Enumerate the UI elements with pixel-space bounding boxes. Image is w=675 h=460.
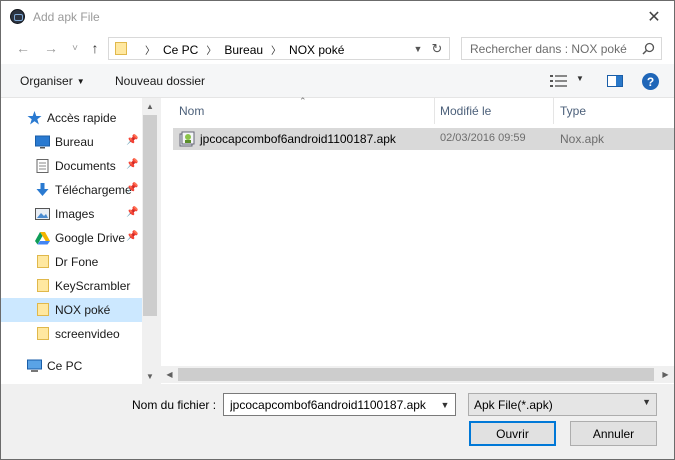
chevron-down-icon: ▼ bbox=[642, 397, 651, 407]
view-details-icon[interactable] bbox=[550, 75, 567, 87]
search-icon[interactable] bbox=[642, 42, 655, 55]
address-bar[interactable]: 〉 Ce PC 〉 Bureau 〉 NOX poké ▼ ↻ bbox=[108, 37, 450, 60]
chevron-down-icon[interactable]: ▼ bbox=[438, 397, 452, 412]
horizontal-scrollbar[interactable]: ◀ ▶ bbox=[161, 366, 674, 383]
pin-icon[interactable]: 📌 bbox=[126, 135, 138, 146]
sidebar-item-nox-poke[interactable]: NOX poké bbox=[1, 298, 142, 322]
file-modified: 02/03/2016 09:59 bbox=[440, 132, 526, 144]
column-divider[interactable] bbox=[434, 98, 435, 124]
sort-ascending-icon: ⌃ bbox=[299, 96, 307, 106]
google-drive-icon bbox=[35, 232, 50, 245]
view-options-dropdown-icon[interactable]: ▼ bbox=[576, 74, 584, 83]
cancel-button[interactable]: Annuler bbox=[570, 421, 657, 446]
scroll-down-icon[interactable]: ▼ bbox=[142, 368, 158, 384]
file-type: Nox.apk bbox=[560, 132, 605, 146]
column-divider[interactable] bbox=[553, 98, 554, 124]
sidebar-item-bureau[interactable]: Bureau 📌 bbox=[1, 130, 142, 154]
chevron-down-icon[interactable]: ▼ bbox=[411, 41, 425, 57]
sidebar-item-telechargements[interactable]: Téléchargeme 📌 bbox=[1, 178, 142, 202]
scrollbar-thumb[interactable] bbox=[143, 115, 157, 316]
table-row[interactable]: jpcocapcombof6android1100187.apk 02/03/2… bbox=[173, 128, 674, 150]
open-button[interactable]: Ouvrir bbox=[469, 421, 556, 446]
column-type[interactable]: Type bbox=[560, 104, 586, 118]
pin-icon[interactable]: 📌 bbox=[126, 183, 138, 194]
sidebar-item-screenvideo[interactable]: screenvideo bbox=[1, 322, 142, 346]
images-icon bbox=[35, 208, 50, 220]
file-dialog: Add apk File ✕ ← → ˅ ↑ 〉 Ce PC 〉 Bureau 〉 NOX… bbox=[0, 0, 675, 460]
new-folder-button[interactable]: Nouveau dossier bbox=[115, 74, 205, 88]
filename-input[interactable] bbox=[228, 396, 428, 413]
folder-icon bbox=[37, 279, 49, 292]
folder-icon bbox=[37, 327, 49, 340]
column-name[interactable]: Nom bbox=[179, 104, 204, 118]
scrollbar-thumb[interactable] bbox=[178, 368, 654, 381]
search-input[interactable] bbox=[468, 40, 633, 57]
caret-down-icon: ▼ bbox=[76, 77, 85, 86]
organize-label: Organiser bbox=[20, 74, 73, 88]
sidebar-item-quick-access[interactable]: Accès rapide bbox=[1, 106, 142, 130]
desktop-icon bbox=[35, 135, 50, 149]
command-bar: Organiser ▼ Nouveau dossier ▼ ? bbox=[1, 64, 674, 98]
chevron-right-icon: 〉 bbox=[206, 46, 217, 57]
scroll-right-icon[interactable]: ▶ bbox=[657, 366, 674, 383]
star-icon bbox=[27, 111, 42, 125]
sidebar-scrollbar[interactable]: ▲ ▼ bbox=[142, 98, 158, 384]
column-modified[interactable]: Modifié le bbox=[440, 104, 491, 118]
folder-icon bbox=[115, 42, 127, 55]
pin-icon[interactable]: 📌 bbox=[126, 231, 138, 242]
sidebar-item-ce-pc[interactable]: Ce PC bbox=[1, 354, 142, 378]
filename-combobox: ▼ bbox=[223, 393, 456, 416]
file-name: jpcocapcombof6android1100187.apk bbox=[200, 132, 396, 146]
title-bar: Add apk File ✕ bbox=[1, 1, 674, 32]
navigation-pane: Accès rapide Bureau 📌 Documents 📌 Téléch… bbox=[1, 98, 158, 384]
scroll-left-icon[interactable]: ◀ bbox=[161, 366, 178, 383]
preview-pane-icon[interactable] bbox=[607, 75, 623, 87]
nox-app-icon bbox=[10, 9, 25, 24]
sidebar-item-keyscrambler[interactable]: KeyScrambler bbox=[1, 274, 142, 298]
breadcrumb-bureau[interactable]: Bureau bbox=[224, 43, 263, 57]
computer-icon bbox=[27, 359, 42, 372]
folder-icon bbox=[37, 303, 49, 316]
file-list: ⌃ Nom Modifié le Type jpcocapcombof6andr… bbox=[161, 96, 674, 384]
filetype-value: Apk File(*.apk) bbox=[474, 398, 553, 412]
chevron-right-icon: 〉 bbox=[271, 46, 282, 57]
chevron-right-icon: 〉 bbox=[145, 46, 155, 57]
breadcrumb-nox-poke[interactable]: NOX poké bbox=[289, 43, 344, 57]
up-button[interactable]: ↑ bbox=[85, 38, 105, 58]
pin-icon[interactable]: 📌 bbox=[126, 207, 138, 218]
sidebar-item-dr-fone[interactable]: Dr Fone bbox=[1, 250, 142, 274]
folder-icon bbox=[37, 255, 49, 268]
filename-label: Nom du fichier : bbox=[132, 398, 217, 412]
download-icon bbox=[36, 183, 49, 196]
pin-icon[interactable]: 📌 bbox=[126, 159, 138, 170]
breadcrumb-ce-pc[interactable]: Ce PC bbox=[163, 43, 198, 57]
close-button[interactable]: ✕ bbox=[634, 1, 674, 32]
filetype-select[interactable]: Apk File(*.apk) ▼ bbox=[468, 393, 657, 416]
refresh-icon[interactable]: ↻ bbox=[428, 40, 446, 58]
documents-icon bbox=[36, 159, 49, 173]
address-row: ← → ˅ ↑ 〉 Ce PC 〉 Bureau 〉 NOX poké ▼ ↻ bbox=[1, 32, 674, 64]
help-icon[interactable]: ? bbox=[642, 73, 659, 90]
dialog-footer: Nom du fichier : ▼ Apk File(*.apk) ▼ Ouv… bbox=[1, 384, 674, 459]
sidebar-item-documents[interactable]: Documents 📌 bbox=[1, 154, 142, 178]
back-button[interactable]: ← bbox=[13, 38, 33, 58]
sidebar-item-images[interactable]: Images 📌 bbox=[1, 202, 142, 226]
recent-locations-button[interactable]: ˅ bbox=[65, 38, 85, 58]
apk-file-icon bbox=[179, 131, 195, 147]
sidebar-item-google-drive[interactable]: Google Drive 📌 bbox=[1, 226, 142, 250]
breadcrumb: 〉 Ce PC 〉 Bureau 〉 NOX poké bbox=[137, 42, 344, 57]
column-headers: ⌃ Nom Modifié le Type bbox=[161, 96, 674, 124]
organize-button[interactable]: Organiser ▼ bbox=[20, 74, 85, 88]
forward-button[interactable]: → bbox=[41, 38, 61, 58]
window-title: Add apk File bbox=[33, 10, 100, 24]
scroll-up-icon[interactable]: ▲ bbox=[142, 98, 158, 114]
search-box bbox=[461, 37, 662, 60]
